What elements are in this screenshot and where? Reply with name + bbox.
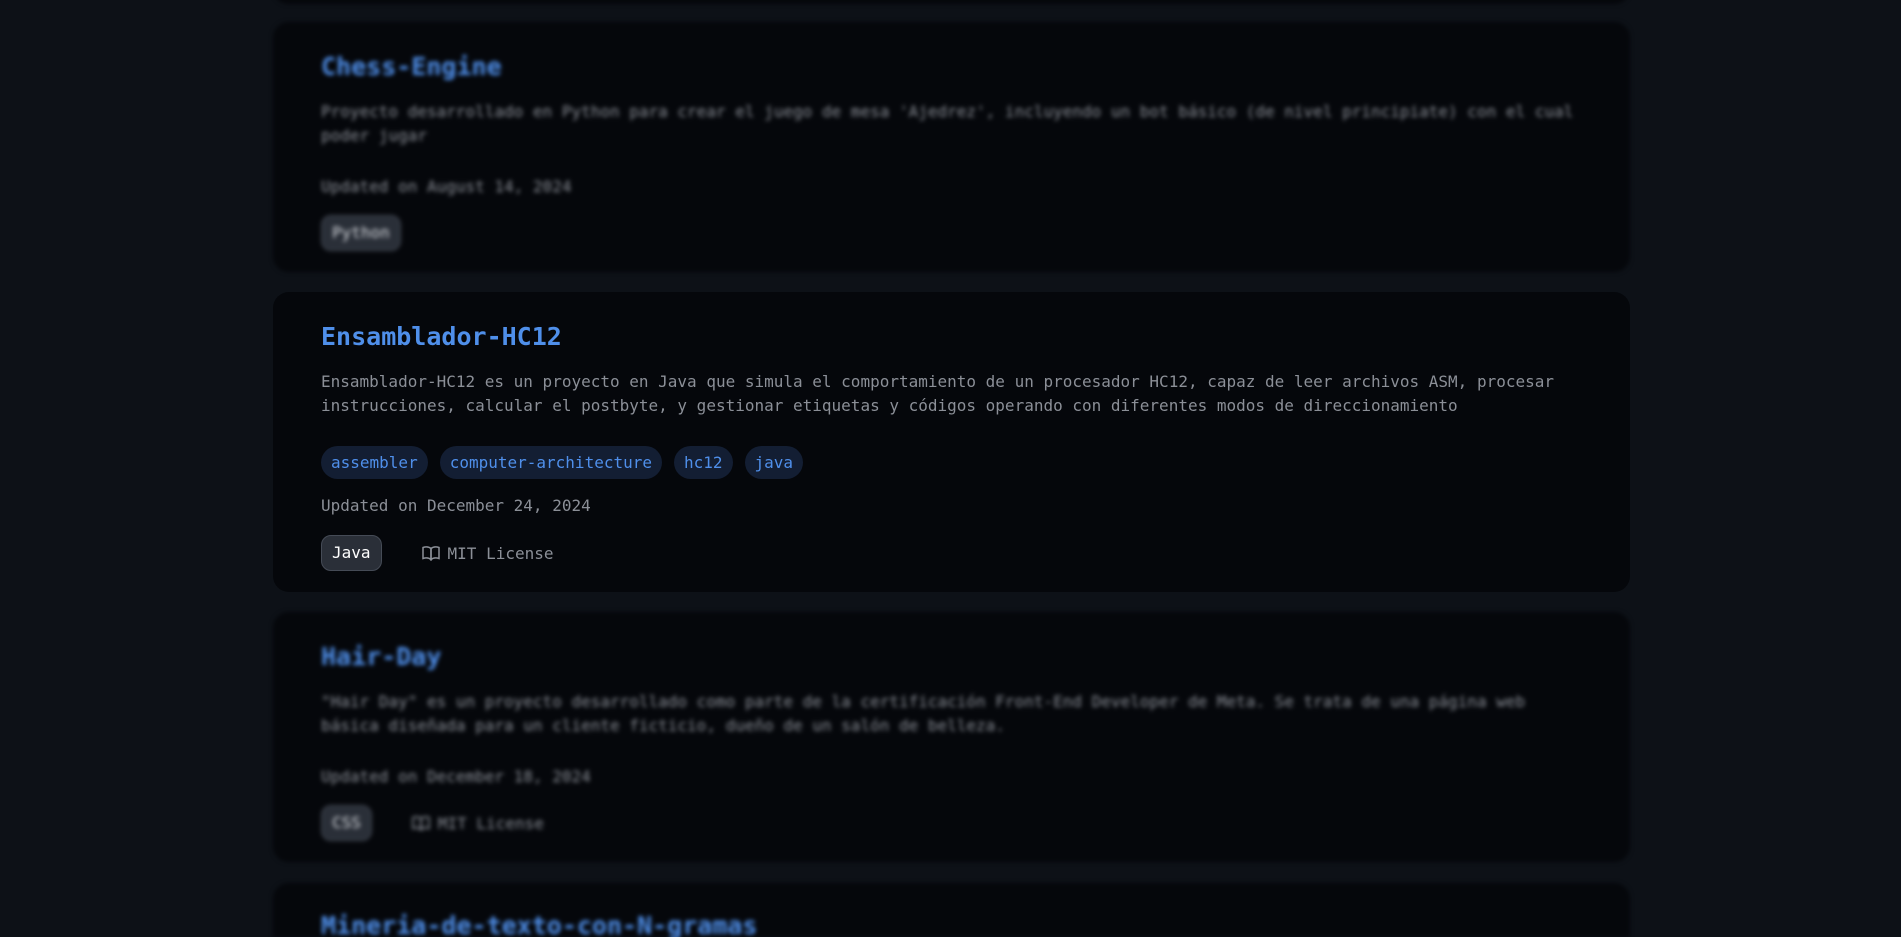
language-badge[interactable]: Java bbox=[321, 535, 382, 571]
topic-tag-assembler[interactable]: assembler bbox=[321, 446, 428, 479]
language-badge[interactable]: CSS bbox=[321, 805, 372, 841]
repo-title-link[interactable]: Mineria-de-texto-con-N-gramas bbox=[321, 911, 758, 937]
repo-description: Ensamblador-HC12 es un proyecto en Java … bbox=[321, 372, 1554, 415]
repo-description: "Hair Day" es un proyecto desarrollado c… bbox=[321, 692, 1526, 735]
repo-description: Proyecto desarrollado en Python para cre… bbox=[321, 102, 1574, 145]
topic-tag-computer-architecture[interactable]: computer-architecture bbox=[439, 446, 662, 479]
language-badge[interactable]: Python bbox=[321, 215, 401, 251]
updated-date: Updated on December 18, 2024 bbox=[321, 767, 591, 786]
repo-card[interactable]: Mineria-de-texto-con-N-gramas bbox=[273, 883, 1630, 937]
license-label: MIT License bbox=[437, 813, 544, 833]
book-icon bbox=[421, 546, 440, 561]
repo-list: Chess-Engine Proyecto desarrollado en Py… bbox=[0, 0, 1901, 937]
repo-meta: Python bbox=[321, 215, 401, 251]
repo-title-link[interactable]: Chess-Engine bbox=[321, 52, 502, 81]
repo-card[interactable]: Ensamblador-HC12 Ensamblador-HC12 es un … bbox=[273, 292, 1630, 592]
repo-title-link[interactable]: Ensamblador-HC12 bbox=[321, 322, 562, 351]
repo-card[interactable]: Hair-Day "Hair Day" es un proyecto desar… bbox=[273, 612, 1630, 862]
updated-date: Updated on August 14, 2024 bbox=[321, 177, 572, 196]
license-info: MIT License bbox=[412, 814, 544, 833]
license-info: MIT License bbox=[421, 543, 554, 563]
repo-card[interactable]: Chess-Engine Proyecto desarrollado en Py… bbox=[273, 22, 1630, 272]
topic-tag-java[interactable]: java bbox=[744, 446, 804, 479]
topic-tag-hc12[interactable]: hc12 bbox=[674, 446, 733, 479]
license-label: MIT License bbox=[447, 543, 554, 563]
topic-list: assembler computer-architecture hc12 jav… bbox=[321, 446, 804, 479]
repo-title-link[interactable]: Hair-Day bbox=[321, 642, 441, 671]
updated-date: Updated on December 24, 2024 bbox=[321, 496, 591, 515]
repo-meta: Java MIT License bbox=[321, 535, 554, 571]
repo-card-previous bbox=[273, 0, 1630, 4]
repo-meta: CSS MIT License bbox=[321, 805, 544, 841]
book-icon bbox=[412, 816, 430, 831]
